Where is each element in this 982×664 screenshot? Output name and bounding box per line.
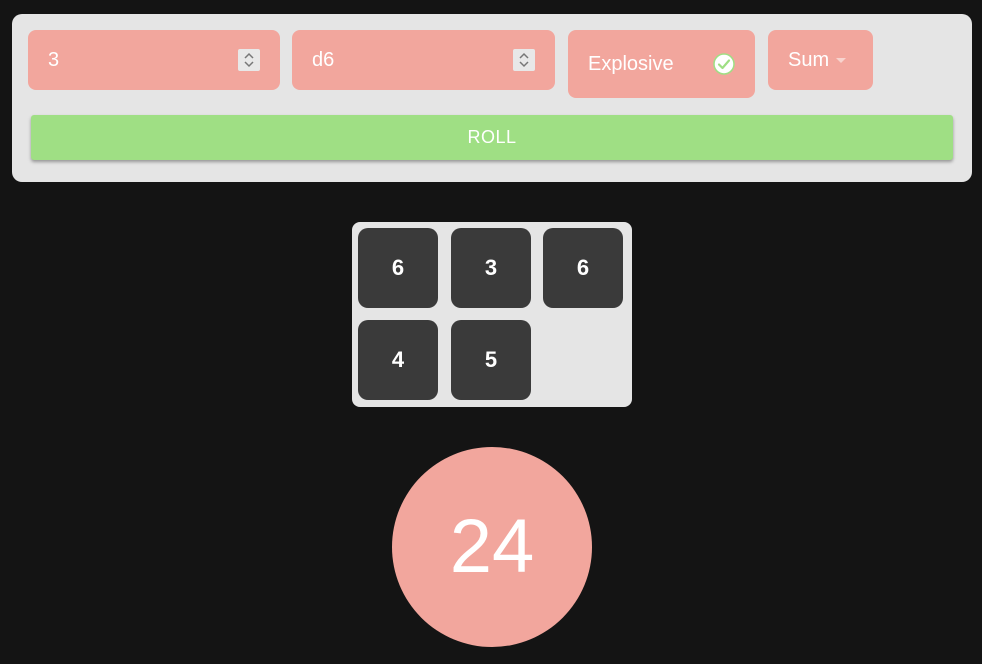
- die-result: 5: [451, 320, 531, 400]
- die-type-spinner-icon[interactable]: [513, 49, 535, 71]
- die-type-value: d6: [312, 49, 335, 71]
- controls-panel: 3 d6 Explosive Sum ROLL: [12, 14, 972, 182]
- caret-down-icon: [836, 58, 846, 63]
- roll-total: 24: [392, 447, 592, 647]
- dice-count-spinner-icon[interactable]: [238, 49, 260, 71]
- die-result: 6: [543, 228, 623, 308]
- die-result: 3: [451, 228, 531, 308]
- mode-label: Sum: [788, 49, 830, 71]
- check-circle-icon[interactable]: [713, 53, 735, 75]
- dice-count-value: 3: [48, 49, 60, 71]
- explosive-toggle[interactable]: Explosive: [568, 30, 755, 98]
- die-result: 4: [358, 320, 438, 400]
- roll-button[interactable]: ROLL: [31, 115, 953, 160]
- dice-count-input[interactable]: 3: [28, 30, 280, 90]
- die-type-input[interactable]: d6: [292, 30, 555, 90]
- dice-results-tray: 6 3 6 4 5: [352, 222, 632, 407]
- die-result: 6: [358, 228, 438, 308]
- mode-select[interactable]: Sum: [768, 30, 873, 90]
- explosive-label: Explosive: [588, 53, 674, 75]
